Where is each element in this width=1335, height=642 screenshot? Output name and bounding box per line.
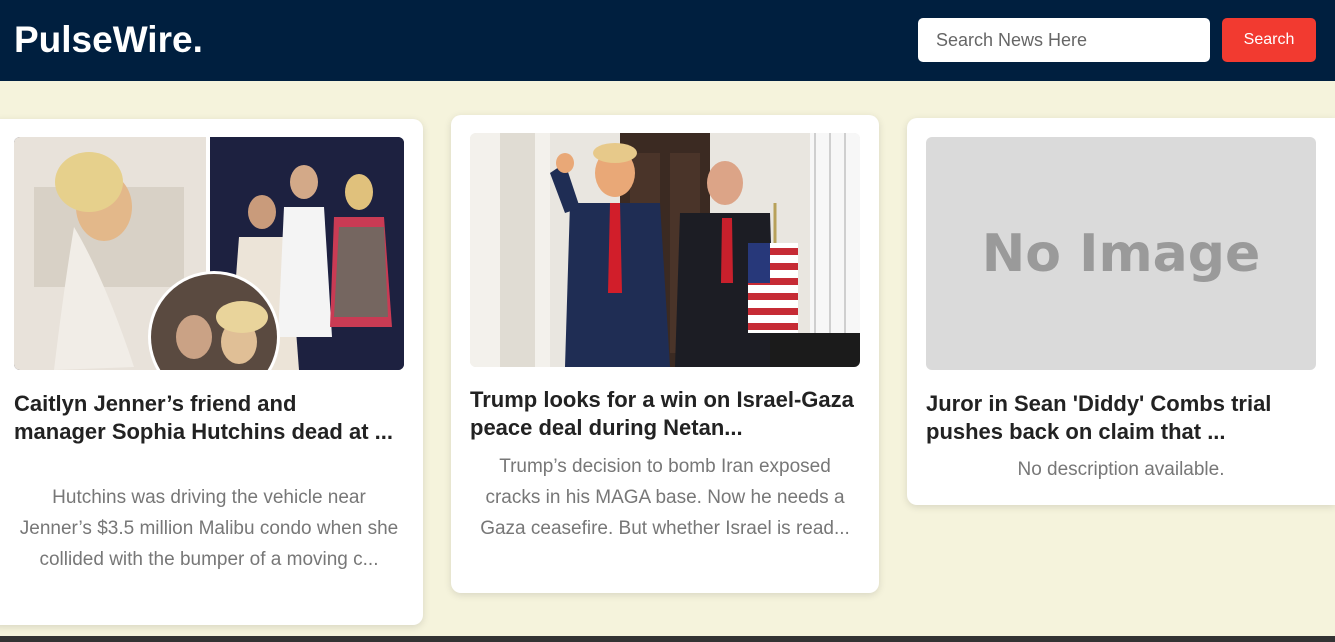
news-card[interactable]: No Image Juror in Sean 'Diddy' Combs tri…	[907, 118, 1335, 505]
article-title[interactable]: Trump looks for a win on Israel-Gaza pea…	[470, 386, 860, 442]
no-image-text: No Image	[981, 223, 1261, 284]
article-description: No description available.	[1017, 459, 1225, 480]
article-description: Trump’s decision to bomb Iran exposed cr…	[480, 456, 850, 539]
search-input[interactable]	[918, 18, 1210, 62]
search-button[interactable]: Search	[1222, 18, 1316, 62]
article-description: Hutchins was driving the vehicle near Je…	[19, 487, 399, 570]
article-image[interactable]	[470, 133, 860, 367]
article-image[interactable]	[14, 137, 404, 370]
navbar: PulseWire. Search	[0, 0, 1335, 81]
window-bottom-edge	[0, 636, 1335, 642]
news-card[interactable]: Trump looks for a win on Israel-Gaza pea…	[451, 115, 879, 593]
article-title[interactable]: Caitlyn Jenner’s friend and manager Soph…	[14, 390, 394, 446]
article-title[interactable]: Juror in Sean 'Diddy' Combs trial pushes…	[926, 390, 1326, 446]
article-image-placeholder[interactable]: No Image	[926, 137, 1316, 370]
site-logo[interactable]: PulseWire.	[14, 18, 203, 62]
news-card[interactable]: Caitlyn Jenner’s friend and manager Soph…	[0, 119, 423, 625]
